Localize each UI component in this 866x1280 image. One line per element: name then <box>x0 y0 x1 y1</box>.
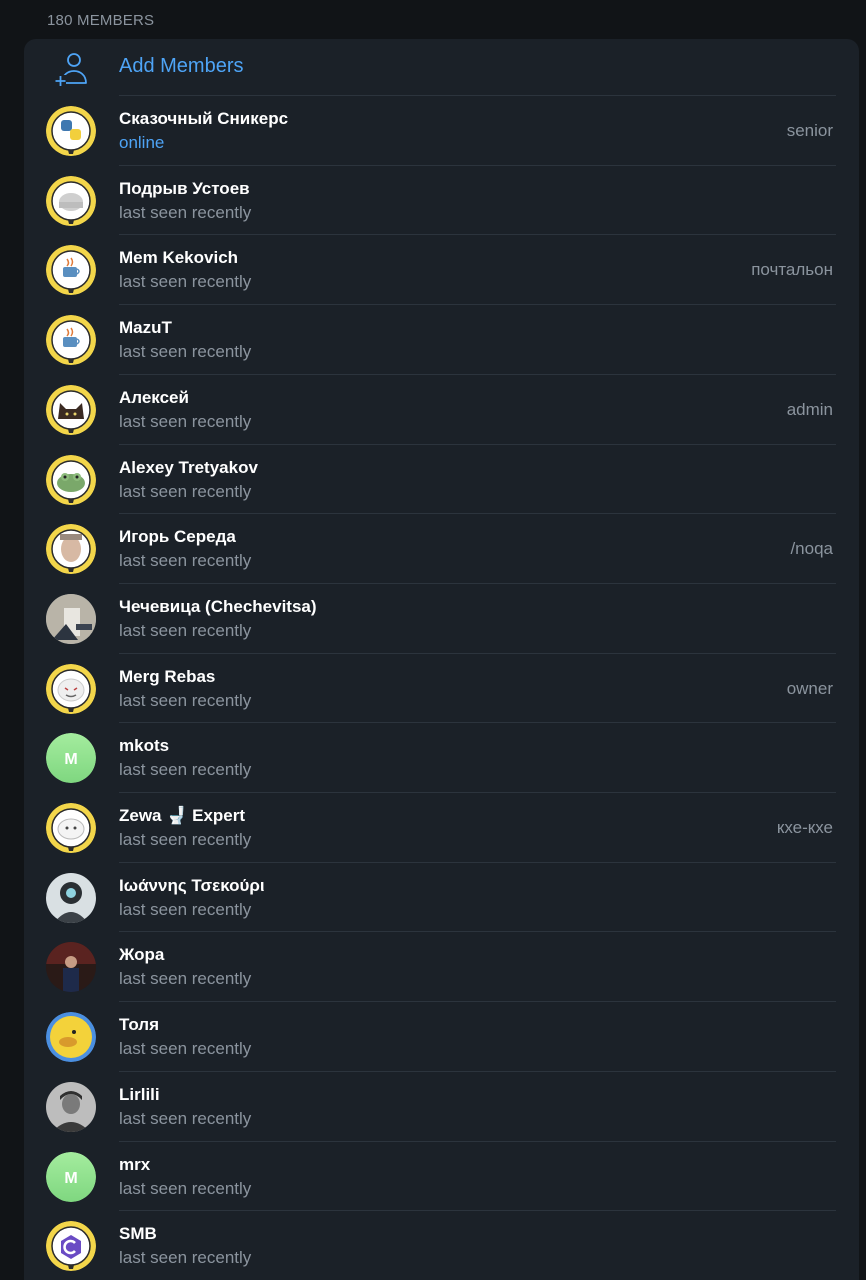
avatar <box>46 593 96 644</box>
member-name: Чечевица (Chechevitsa) <box>119 596 317 616</box>
member-row[interactable]: Merg Rebas last seen recently owner <box>24 654 859 723</box>
member-name: mkots <box>119 736 170 756</box>
member-status: last seen recently <box>119 551 252 571</box>
member-status: last seen recently <box>119 272 252 292</box>
member-row[interactable]: Ιωάννης Τσεκούρι last seen recently <box>24 863 859 932</box>
member-status: last seen recently <box>119 481 252 501</box>
avatar <box>46 524 96 575</box>
member-status: last seen recently <box>119 1178 252 1198</box>
member-row[interactable]: Игорь Середа last seen recently/noqa <box>24 514 859 583</box>
members-screen: 180 MEMBERS Add Members Сказочный Сникер… <box>0 0 866 1280</box>
member-row[interactable]: Zewa 🚽 Expert last seen recently кхе-кхе <box>24 793 859 862</box>
member-row[interactable]: Mmrx last seen recently <box>24 1142 859 1211</box>
avatar <box>46 106 96 156</box>
member-role-badge: owner <box>786 678 833 698</box>
member-row[interactable]: Сказочный Сникерс online senior <box>24 96 859 165</box>
avatar <box>46 384 96 435</box>
member-name: mrx <box>119 1154 151 1174</box>
member-status: last seen recently <box>119 342 252 362</box>
member-row[interactable]: Lirlili last seen recently <box>24 1072 859 1141</box>
member-row[interactable]: SMB last seen recently <box>24 1211 859 1280</box>
avatar: M <box>46 733 96 784</box>
add-person-icon <box>55 53 87 86</box>
member-name: Игорь Середа <box>119 527 236 547</box>
member-row[interactable]: Алексей last seen recently admin <box>24 375 859 444</box>
member-status: last seen recently <box>119 411 252 431</box>
svg-text:M: M <box>64 751 77 768</box>
member-name: Ιωάννης Τσεκούρι <box>119 875 265 895</box>
member-role-badge: senior <box>786 121 833 140</box>
member-row[interactable]: Mmkots last seen recently <box>24 723 859 792</box>
svg-text:M: M <box>64 1170 77 1187</box>
member-name: Жора <box>119 945 165 965</box>
member-status: online <box>119 133 165 152</box>
member-role-badge: /noqa <box>790 539 833 559</box>
member-name: Mem Kekovich <box>119 248 239 268</box>
avatar <box>46 245 96 296</box>
member-name: MazuT <box>119 318 172 338</box>
add-members-button[interactable]: Add Members <box>24 39 859 96</box>
avatar <box>46 803 96 853</box>
avatar <box>46 454 96 505</box>
member-row[interactable]: Alexey Tretyakov last seen recently <box>24 445 859 514</box>
avatar <box>46 1221 96 1272</box>
member-status: last seen recently <box>119 202 252 222</box>
avatar <box>46 1012 96 1063</box>
member-status: last seen recently <box>119 1248 252 1268</box>
member-status: last seen recently <box>119 899 252 919</box>
member-row[interactable]: Подрыв Устоев last seen recently <box>24 166 859 235</box>
members-list[interactable]: Add Members Сказочный Сникерс online senio… <box>24 39 859 1280</box>
member-status: last seen recently <box>119 620 252 640</box>
member-name: Сказочный Сникерс <box>119 109 289 128</box>
member-name: Alexey Tretyakov <box>119 457 258 477</box>
avatar <box>46 1081 96 1132</box>
member-status: last seen recently <box>119 830 252 849</box>
avatar <box>46 872 96 923</box>
member-row[interactable]: Жора last seen recently <box>24 932 859 1001</box>
member-name: Алексей <box>119 387 189 407</box>
member-name: Толя <box>119 1015 159 1035</box>
member-status: last seen recently <box>119 760 252 780</box>
member-row[interactable]: Mem Kekovich last seen recently почтальон <box>24 235 859 304</box>
member-status: last seen recently <box>119 1039 252 1059</box>
avatar <box>46 315 96 366</box>
member-role-badge: admin <box>786 399 833 419</box>
member-name: Подрыв Устоев <box>119 178 250 198</box>
avatar <box>46 175 96 226</box>
member-status: last seen recently <box>119 969 252 989</box>
member-name: Zewa 🚽 Expert <box>119 806 246 825</box>
member-name: SMB <box>119 1224 157 1244</box>
member-name: Lirlili <box>119 1084 160 1104</box>
member-row[interactable]: Толя last seen recently <box>24 1002 859 1071</box>
avatar <box>46 663 96 714</box>
member-row[interactable]: MazuT last seen recently <box>24 305 859 374</box>
member-status: last seen recently <box>119 690 252 710</box>
member-role-badge: кхе-кхе <box>776 818 833 837</box>
member-name: Merg Rebas <box>119 666 216 686</box>
avatar <box>46 942 96 993</box>
member-status: last seen recently <box>119 1108 252 1128</box>
members-count-header: 180 MEMBERS <box>47 12 155 29</box>
add-members-label: Add Members <box>119 55 244 77</box>
member-row[interactable]: Чечевица (Chechevitsa) last seen recently <box>24 584 859 653</box>
member-role-badge: почтальон <box>751 260 833 280</box>
avatar: M <box>46 1151 96 1202</box>
